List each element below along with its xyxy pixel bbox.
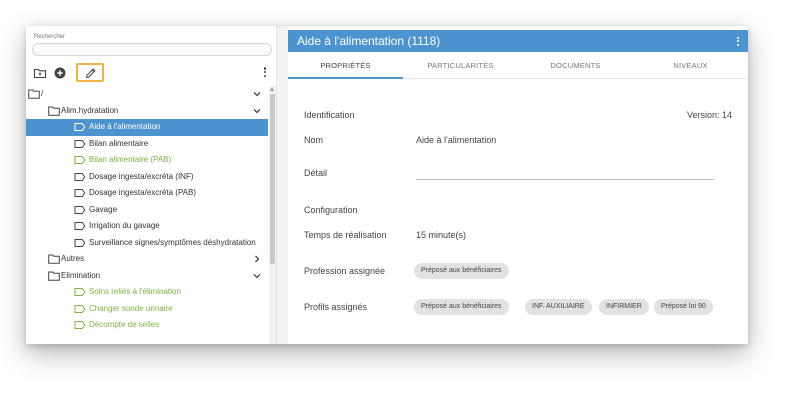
tab-proprietes[interactable]: PROPRIÉTÉS xyxy=(288,52,403,79)
version-label: Version: 14 xyxy=(686,110,732,120)
tree-item-label: Dosage ingesta/excréta (PAB) xyxy=(89,188,197,197)
tree-item-surveillance[interactable]: Surveillance signes/symptômes déshydrata… xyxy=(26,235,268,252)
folder-icon xyxy=(28,89,40,99)
tree-panel: Rechercher / Alim.hydratation Aide à l'a… xyxy=(26,26,277,344)
section-configuration: Configuration xyxy=(304,205,358,215)
tag-icon xyxy=(74,321,86,329)
tree-view: / Alim.hydratation Aide à l'alimentation… xyxy=(26,86,268,344)
section-identification: Identification xyxy=(304,110,355,120)
more-vertical-icon[interactable] xyxy=(736,35,740,47)
profil-chip[interactable]: Préposé aux bénéficiaires xyxy=(414,299,509,315)
detail-panel: Aide à l'alimentation (1118) PROPRIÉTÉS … xyxy=(288,26,748,344)
edit-button[interactable] xyxy=(76,63,104,82)
temps-value: 15 minute(s) xyxy=(416,230,467,240)
tree-item-irrigation[interactable]: Irrigation du gavage xyxy=(26,218,268,235)
tree-item-label: Surveillance signes/symptômes déshydrata… xyxy=(89,237,256,247)
tree-item-label: Gavage xyxy=(89,204,118,214)
tree-item-aide-alimentation[interactable]: Aide à l'alimentation xyxy=(26,119,268,136)
tag-icon xyxy=(74,304,86,313)
tree-item-bilan-alimentaire-pab[interactable]: Bilan alimentaire (PAB) xyxy=(26,152,268,169)
chevron-right-icon[interactable] xyxy=(252,254,262,264)
tab-niveaux[interactable]: NIVEAUX xyxy=(633,52,748,79)
scrollbar-thumb[interactable] xyxy=(270,94,275,264)
profil-chip[interactable]: Préposé loi 90 xyxy=(654,299,713,315)
chevron-down-icon[interactable] xyxy=(252,106,262,116)
folder-icon xyxy=(48,106,60,116)
properties-form: Identification Version: 14 Nom Aide à l'… xyxy=(288,80,748,344)
tag-icon xyxy=(74,238,86,247)
tree-item-label: Changer sonde urinaire xyxy=(89,303,173,313)
tag-icon xyxy=(74,288,86,296)
detail-tabs: PROPRIÉTÉS PARTICULARITÉS DOCUMENTS NIVE… xyxy=(288,52,748,79)
chevron-down-icon[interactable] xyxy=(252,89,262,99)
tree-folder-autres[interactable]: Autres xyxy=(26,251,268,268)
tag-icon xyxy=(74,139,86,148)
nom-label: Nom xyxy=(304,135,324,145)
scroll-up-icon[interactable] xyxy=(270,87,274,91)
tag-icon xyxy=(74,222,86,230)
profession-label: Profession assignée xyxy=(304,266,386,276)
tab-documents[interactable]: DOCUMENTS xyxy=(518,52,633,79)
add-circle-icon[interactable] xyxy=(53,66,67,80)
search-box: Rechercher xyxy=(32,32,272,58)
tree-item-label: Autres xyxy=(61,254,85,263)
chevron-down-icon[interactable] xyxy=(252,271,262,281)
nom-value: Aide à l'alimentation xyxy=(416,135,497,145)
tag-icon xyxy=(74,172,86,181)
more-vertical-icon[interactable] xyxy=(262,66,268,80)
tree-item-dosage-pab[interactable]: Dosage ingesta/excréta (PAB) xyxy=(26,185,268,202)
profession-chip[interactable]: Préposé aux bénéficiaires xyxy=(414,263,509,279)
tree-root[interactable]: / xyxy=(26,86,268,103)
tree-item-changer-sonde[interactable]: Changer sonde urinaire xyxy=(26,301,268,318)
app-window: Rechercher / Alim.hydratation Aide à l'a… xyxy=(26,26,748,344)
tree-item-label: Décompte de selles xyxy=(89,320,160,329)
tree-item-decompte-selles[interactable]: Décompte de selles xyxy=(26,317,268,334)
folder-add-icon[interactable] xyxy=(33,66,47,80)
profil-chip[interactable]: INFIRMIER xyxy=(599,299,649,315)
tree-toolbar xyxy=(26,62,276,84)
detail-input[interactable] xyxy=(416,179,714,180)
tree-item-label: Aide à l'alimentation xyxy=(89,122,161,131)
tree-folder-alim-hydratation[interactable]: Alim.hydratation xyxy=(26,103,268,120)
folder-icon xyxy=(48,254,60,264)
tree-root-label: / xyxy=(41,89,44,98)
tree-item-dosage-inf[interactable]: Dosage ingesta/excréta (INF) xyxy=(26,169,268,186)
tree-item-label: Soins reliés à l'élimination xyxy=(89,287,181,296)
detail-title: Aide à l'alimentation (1118) xyxy=(297,34,441,48)
detail-label: Détail xyxy=(304,168,328,178)
tree-item-label: Elimination xyxy=(61,270,101,280)
tree-item-soins-elimination[interactable]: Soins reliés à l'élimination xyxy=(26,284,268,301)
tag-icon xyxy=(74,205,86,214)
profils-label: Profils assignés xyxy=(304,302,368,312)
tab-particularites[interactable]: PARTICULARITÉS xyxy=(403,52,518,79)
tree-scrollbar[interactable] xyxy=(269,86,276,344)
tree-item-label: Dosage ingesta/excréta (INF) xyxy=(89,171,194,181)
tag-icon xyxy=(74,123,86,131)
tree-item-bilan-alimentaire[interactable]: Bilan alimentaire xyxy=(26,136,268,153)
profil-chip[interactable]: INF. AUXILIAIRE xyxy=(525,299,592,315)
search-label: Rechercher xyxy=(34,34,66,40)
folder-icon xyxy=(48,271,60,281)
tag-icon xyxy=(74,189,86,197)
tree-item-label: Bilan alimentaire xyxy=(89,138,149,148)
tree-folder-elimination[interactable]: Elimination xyxy=(26,268,268,285)
pencil-icon xyxy=(85,67,96,78)
temps-label: Temps de réalisation xyxy=(304,230,387,240)
tag-icon xyxy=(74,156,86,164)
detail-header: Aide à l'alimentation (1118) xyxy=(288,30,748,52)
tree-item-label: Bilan alimentaire (PAB) xyxy=(89,155,172,164)
tree-item-label: Irrigation du gavage xyxy=(89,221,160,230)
tree-item-label: Alim.hydratation xyxy=(61,105,119,115)
search-input[interactable] xyxy=(32,43,272,56)
tree-item-gavage[interactable]: Gavage xyxy=(26,202,268,219)
